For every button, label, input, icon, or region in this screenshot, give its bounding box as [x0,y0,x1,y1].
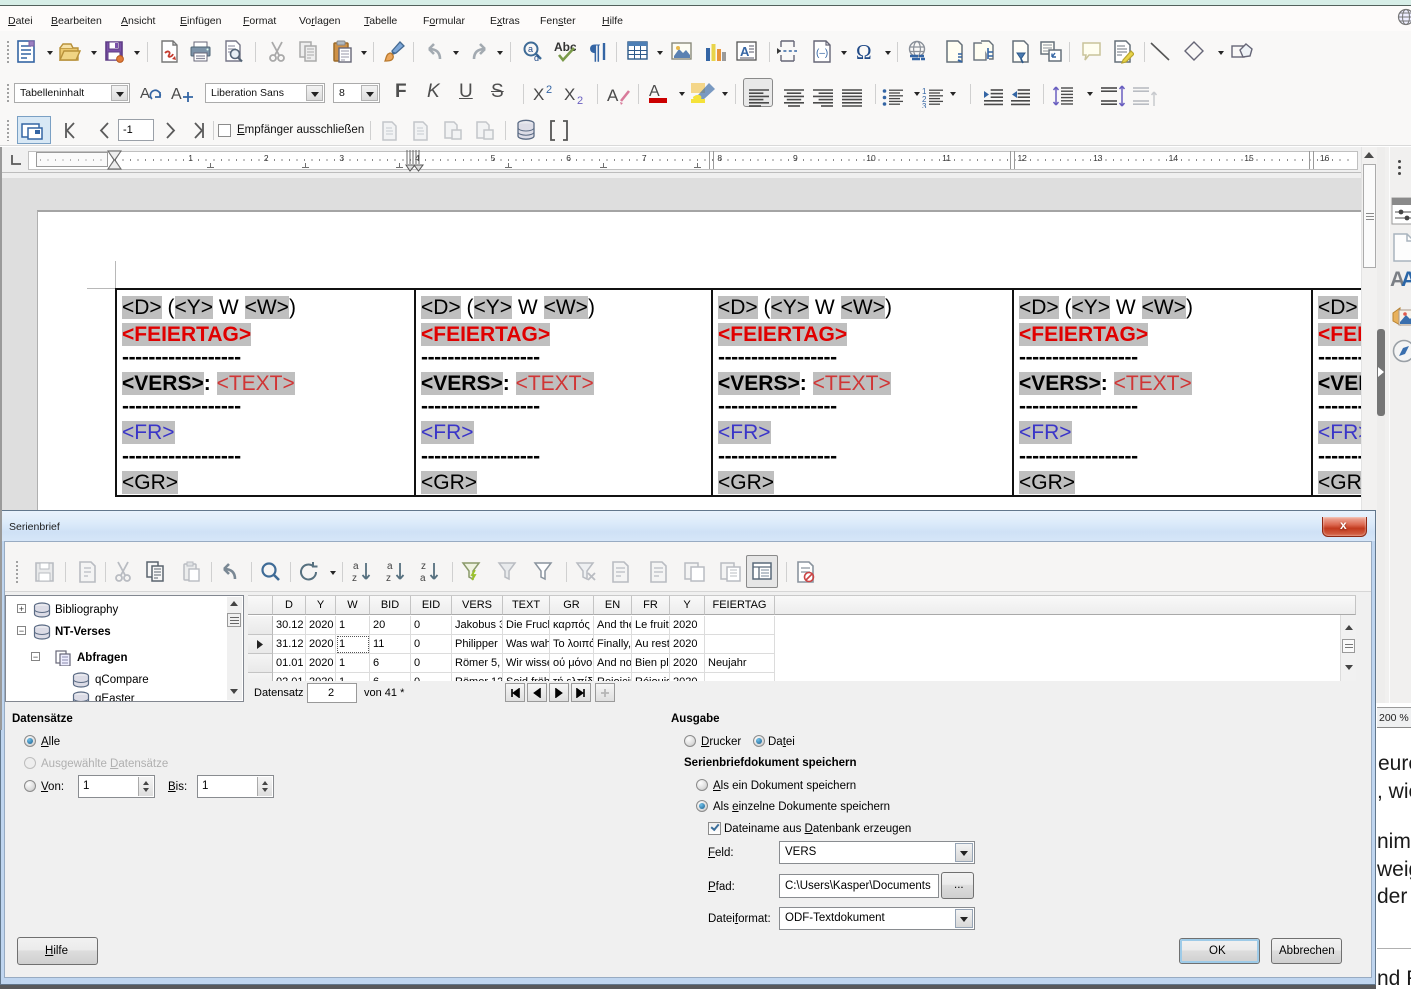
svg-text:(–): (–) [816,48,828,59]
svg-text:z: z [421,561,426,572]
svg-text:Ω: Ω [856,40,872,64]
svg-text:Abc: Abc [554,40,576,54]
svg-text:a: a [528,44,533,54]
svg-text:X: X [564,85,575,104]
svg-text:A: A [140,85,150,102]
svg-text:a: a [353,561,359,572]
svg-text:a: a [420,573,426,584]
svg-text:A: A [740,44,750,59]
svg-text:¶: ¶ [589,40,601,64]
svg-text:z: z [386,573,391,584]
svg-text:a: a [387,561,393,572]
svg-text:A: A [607,86,619,105]
svg-text:d: d [534,53,539,63]
svg-text:2: 2 [546,84,552,96]
svg-text:z: z [352,573,357,584]
svg-text:A: A [171,86,182,103]
svg-text:2: 2 [577,95,583,105]
svg-text:3: 3 [922,102,927,108]
svg-text:X: X [533,85,544,104]
svg-text:A: A [649,83,660,100]
